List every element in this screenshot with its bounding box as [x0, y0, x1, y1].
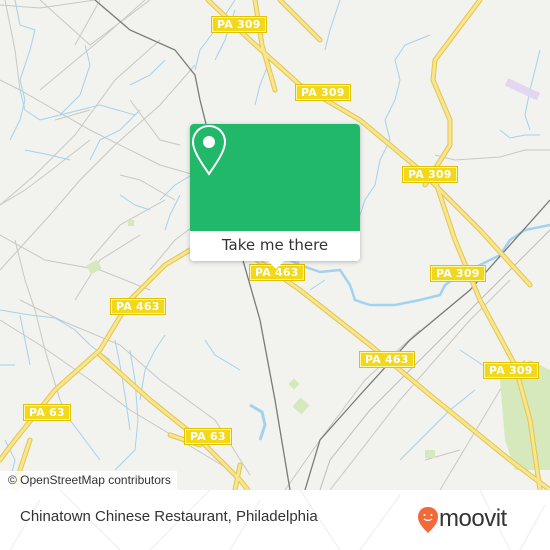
route-shield-pa-309: PA 309 — [295, 84, 351, 101]
location-pin-icon — [191, 124, 227, 176]
pond — [249, 403, 267, 441]
take-me-there-button[interactable]: Take me there — [190, 231, 360, 261]
place-title: Chinatown Chinese Restaurant, Philadelph… — [20, 508, 318, 525]
popup-tail — [268, 261, 284, 269]
popup-header — [190, 124, 360, 231]
route-shield-pa-63: PA 63 — [23, 404, 71, 421]
landuse-area — [504, 78, 541, 101]
route-shield-pa-309: PA 309 — [430, 265, 486, 282]
moovit-pin-logo-icon — [418, 507, 438, 533]
attribution-text: © OpenStreetMap contributors — [8, 473, 171, 487]
route-shield-pa-309: PA 309 — [402, 166, 458, 183]
footer-bar: Chinatown Chinese Restaurant, Philadelph… — [0, 490, 550, 550]
take-me-there-label: Take me there — [221, 236, 329, 254]
route-shield-pa-309: PA 309 — [211, 16, 267, 33]
destination-popup: Take me there — [190, 124, 360, 269]
route-shield-pa-309: PA 309 — [483, 362, 539, 379]
route-shield-pa-463: PA 463 — [110, 298, 166, 315]
route-shield-pa-463: PA 463 — [359, 351, 415, 368]
brand-name: moovit — [439, 505, 507, 532]
route-shield-pa-63: PA 63 — [184, 428, 232, 445]
map-attribution[interactable]: © OpenStreetMap contributors — [0, 471, 177, 490]
map-canvas[interactable]: PA 309 PA 309 PA 309 PA 309 PA 309 PA 46… — [0, 0, 550, 490]
